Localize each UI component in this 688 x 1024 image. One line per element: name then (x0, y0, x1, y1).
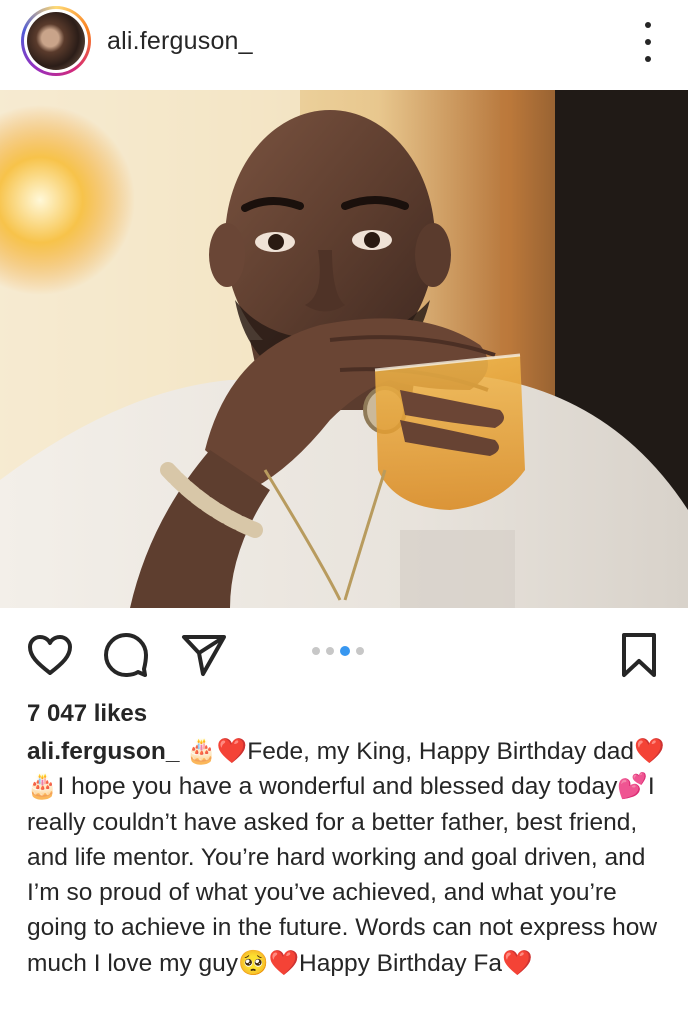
carousel-dot-active (340, 646, 350, 656)
post-header: ali.ferguson_ (0, 0, 688, 86)
avatar (27, 12, 85, 70)
carousel-dot (326, 647, 334, 655)
post-actions-bar (0, 622, 688, 686)
send-icon[interactable] (179, 630, 229, 680)
bookmark-icon[interactable] (616, 630, 662, 680)
carousel-dot (356, 647, 364, 655)
caption-username[interactable]: ali.ferguson_ (27, 738, 179, 765)
carousel-indicator (312, 646, 364, 656)
post-photo[interactable] (0, 90, 688, 608)
more-vertical-icon[interactable] (638, 22, 658, 62)
caption-text: 🎂❤️Fede, my King, Happy Birthday dad❤️🎂I… (27, 738, 665, 977)
post-username[interactable]: ali.ferguson_ (107, 27, 253, 56)
profile-avatar-ring[interactable] (21, 6, 91, 76)
post-photo-illustration (0, 90, 688, 608)
post-caption: ali.ferguson_ 🎂❤️Fede, my King, Happy Bi… (27, 734, 667, 981)
carousel-dot (312, 647, 320, 655)
comment-icon[interactable] (101, 630, 151, 680)
heart-icon[interactable] (25, 630, 75, 680)
likes-count[interactable]: 7 047 likes (27, 700, 147, 728)
